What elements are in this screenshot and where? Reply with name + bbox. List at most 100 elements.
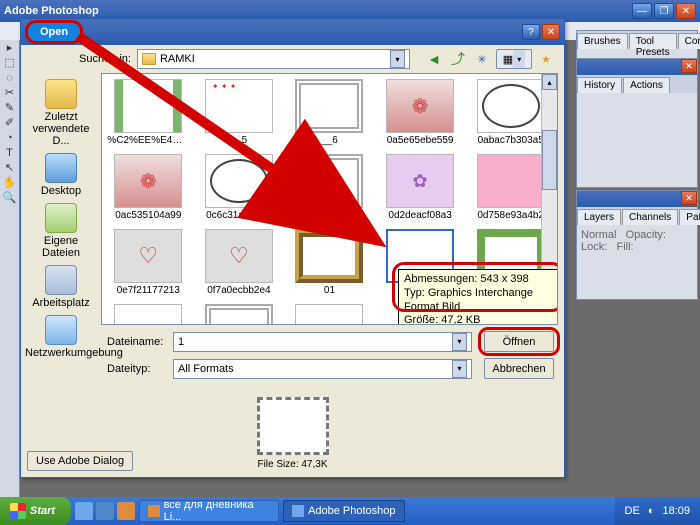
file-thumbnail [386, 79, 454, 133]
place-computer[interactable]: Arbeitsplatz [25, 263, 97, 311]
place-recent[interactable]: Zuletzt verwendete D... [25, 77, 97, 149]
filename-label: Dateiname: [107, 336, 165, 348]
tab-channels[interactable]: Channels [622, 209, 678, 225]
file-caption: 0d758e93a4b2 [477, 210, 544, 221]
filetype-select[interactable]: All Formats▾ [173, 359, 472, 379]
lookin-combo[interactable]: RAMKI ▾ [137, 49, 410, 69]
blend-mode[interactable]: Normal [581, 229, 616, 241]
file-item[interactable]: 01 [285, 226, 374, 299]
minimize-icon[interactable]: — [632, 3, 652, 19]
file-item[interactable] [285, 301, 374, 325]
dialog-close-icon[interactable]: ✕ [542, 24, 560, 40]
system-tray[interactable]: DE ◐ 18:09 [615, 497, 700, 525]
file-caption: 0c63fb262a18c [295, 210, 363, 221]
scroll-thumb[interactable] [542, 130, 557, 190]
app-title: Adobe Photoshop [4, 5, 99, 17]
taskbar: Start все для дневника Li... Adobe Photo… [0, 497, 700, 525]
file-caption: 01 [324, 285, 335, 296]
file-thumbnail [114, 304, 182, 325]
tab-brushes[interactable]: Brushes [577, 33, 628, 49]
history-panel: ✕ History Actions [576, 58, 698, 188]
use-adobe-dialog-button[interactable]: Use Adobe Dialog [27, 451, 133, 471]
chevron-down-icon[interactable]: ▾ [390, 50, 405, 68]
preview-thumbnail [257, 397, 329, 455]
view-menu[interactable]: ▦▾ [496, 49, 532, 69]
tab-comps[interactable]: Comps [678, 33, 700, 49]
file-thumbnail [295, 154, 363, 208]
file-item[interactable] [104, 301, 193, 325]
dialog-toolbar: Suchen in: RAMKI ▾ ◄ ⤴ ✳ ▦▾ ★ [21, 45, 564, 73]
file-caption: __5 [231, 135, 248, 146]
file-thumbnail [205, 229, 273, 283]
file-caption: 0f7a0ecbb2e4 [207, 285, 270, 296]
file-caption: 0e7f21177213 [117, 285, 180, 296]
open-button[interactable]: Öffnen [484, 331, 554, 352]
maximize-icon[interactable]: ❐ [654, 3, 674, 19]
filename-input[interactable]: 1▾ [173, 332, 472, 352]
layers-panel: ✕ Layers Channels Paths Normal Opacity: … [576, 190, 698, 300]
up-icon[interactable]: ⤴ [448, 49, 468, 69]
file-thumbnail [205, 154, 273, 208]
file-item[interactable]: 0e7f21177213 [104, 226, 193, 299]
start-button[interactable]: Start [0, 497, 71, 525]
panel-close-icon[interactable]: ✕ [681, 59, 697, 73]
folder-icon [142, 53, 156, 65]
file-item[interactable]: 0c6c31ab6e6d [195, 151, 284, 224]
file-thumbnail [477, 154, 545, 208]
place-desktop[interactable]: Desktop [25, 151, 97, 199]
lookin-label: Suchen in: [79, 53, 131, 65]
favorites-icon[interactable]: ★ [536, 49, 556, 69]
tools-palette[interactable]: ▸⬚◌✂✎✐◔T↖✋🔍 [0, 40, 20, 503]
tab-history[interactable]: History [577, 77, 622, 93]
file-item[interactable]: 0c63fb262a18c [285, 151, 374, 224]
scroll-up-icon[interactable]: ▴ [542, 74, 557, 90]
file-item[interactable] [195, 301, 284, 325]
place-network[interactable]: Netzwerkumgebung [25, 313, 97, 361]
file-list[interactable]: %C2%EE%E4%ED… __5 __6 0a5e65ebe559 0abac7b30… [101, 73, 558, 325]
file-item[interactable]: __5 [195, 76, 284, 149]
chevron-down-icon[interactable]: ▾ [452, 333, 467, 351]
file-thumbnail [477, 79, 545, 133]
file-item[interactable]: 0a5e65ebe559 [376, 76, 465, 149]
tab-paths[interactable]: Paths [679, 209, 700, 225]
tab-layers[interactable]: Layers [577, 209, 621, 225]
file-thumbnail [114, 154, 182, 208]
fill-label: Fill: [616, 241, 633, 253]
places-bar: Zuletzt verwendete D... Desktop Eigene D… [21, 73, 101, 325]
language-indicator[interactable]: DE [625, 505, 640, 517]
taskbar-task[interactable]: все для дневника Li... [139, 500, 279, 522]
quick-launch[interactable] [75, 502, 135, 520]
lock-label: Lock: [581, 241, 607, 253]
cancel-button[interactable]: Abbrechen [484, 358, 554, 379]
file-thumbnail [114, 79, 182, 133]
file-thumbnail [295, 229, 363, 283]
file-item[interactable]: 0ac535104a99 [104, 151, 193, 224]
place-mydocs[interactable]: Eigene Dateien [25, 201, 97, 261]
file-caption: 0c6c31ab6e6d [206, 210, 272, 221]
help-icon[interactable]: ? [522, 24, 540, 40]
file-thumbnail [295, 304, 363, 325]
file-thumbnail [386, 154, 454, 208]
file-item[interactable]: %C2%EE%E4%ED… [104, 76, 193, 149]
file-caption: 0d2deacf08a3 [388, 210, 451, 221]
new-folder-icon[interactable]: ✳ [472, 49, 492, 69]
tray-icon[interactable]: ◐ [648, 505, 655, 517]
panel-close-icon[interactable]: ✕ [681, 191, 697, 205]
filetype-label: Dateityp: [107, 363, 165, 375]
chevron-down-icon[interactable]: ▾ [452, 360, 467, 378]
back-icon[interactable]: ◄ [424, 49, 444, 69]
file-thumbnail [205, 304, 273, 325]
file-caption: 0a5e65ebe559 [387, 135, 454, 146]
file-caption: __6 [321, 135, 338, 146]
tab-tool-presets[interactable]: Tool Presets [629, 33, 677, 49]
clock[interactable]: 18:09 [662, 505, 690, 517]
file-caption: 0abac7b303a5 [478, 135, 544, 146]
taskbar-task-active[interactable]: Adobe Photoshop [283, 500, 404, 522]
dialog-titlebar[interactable]: Open ? ✕ [21, 19, 564, 45]
file-item[interactable]: 0d2deacf08a3 [376, 151, 465, 224]
file-item[interactable]: __6 [285, 76, 374, 149]
close-icon[interactable]: ✕ [676, 3, 696, 19]
tab-actions[interactable]: Actions [623, 77, 670, 93]
file-item[interactable]: 0f7a0ecbb2e4 [195, 226, 284, 299]
windows-logo-icon [10, 503, 26, 519]
